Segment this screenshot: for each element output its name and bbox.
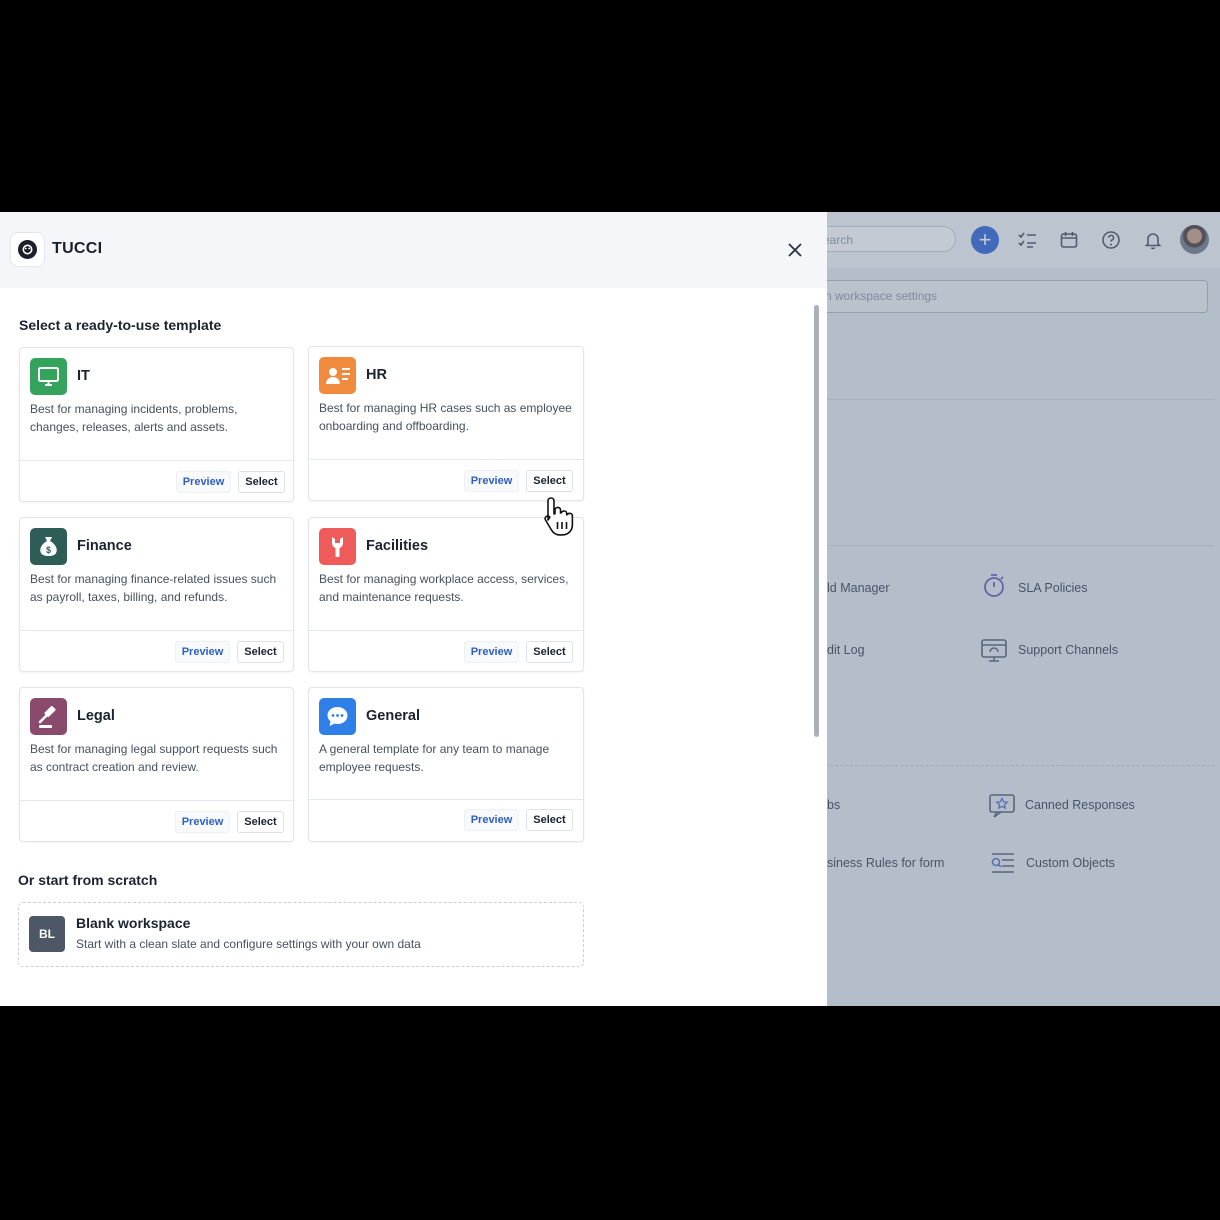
app-frame: earch + rch workspace settings ld Manage…: [0, 212, 1220, 1006]
preview-button[interactable]: Preview: [464, 470, 519, 492]
close-icon[interactable]: [784, 239, 806, 261]
card-title: IT: [77, 368, 90, 384]
hand-cursor-icon: [544, 497, 574, 536]
brand-name: TUCCI: [52, 240, 103, 257]
template-card-hr[interactable]: HR Best for managing HR cases such as em…: [308, 346, 584, 501]
money-bag-icon: $: [30, 528, 67, 565]
preview-button[interactable]: Preview: [175, 641, 230, 663]
card-divider: [20, 630, 293, 631]
card-title: Legal: [77, 708, 115, 724]
monitor-icon: [30, 358, 67, 395]
blank-workspace-avatar: BL: [29, 916, 65, 952]
svg-text:$: $: [46, 545, 51, 555]
preview-button[interactable]: Preview: [464, 641, 519, 663]
template-card-finance[interactable]: $ Finance Best for managing finance-rela…: [19, 517, 294, 672]
card-divider: [309, 630, 583, 631]
card-title: Facilities: [366, 538, 429, 554]
modal-header: TUCCI: [0, 212, 827, 288]
wrench-icon: [319, 528, 356, 565]
template-section-title: Select a ready-to-use template: [19, 317, 222, 333]
template-card-it[interactable]: IT Best for managing incidents, problems…: [19, 347, 294, 502]
select-button[interactable]: Select: [526, 470, 573, 492]
brand-mark-icon: [22, 244, 33, 255]
select-button[interactable]: Select: [526, 641, 573, 663]
blank-workspace-description: Start with a clean slate and configure s…: [76, 937, 421, 951]
blank-workspace-card[interactable]: BL Blank workspace Start with a clean sl…: [18, 902, 584, 967]
card-description: A general template for any team to manag…: [319, 742, 550, 774]
card-title: Finance: [77, 538, 132, 554]
template-card-general[interactable]: General A general template for any team …: [308, 687, 584, 842]
card-description: Best for managing workplace access, serv…: [319, 572, 569, 604]
card-divider: [20, 460, 293, 461]
card-description: Best for managing legal support requests…: [30, 742, 278, 774]
chat-bubble-icon: [319, 698, 356, 735]
id-card-icon: [319, 357, 356, 394]
brand-logo: [11, 233, 44, 266]
card-description: Best for managing HR cases such as emplo…: [319, 401, 572, 433]
preview-button[interactable]: Preview: [464, 809, 519, 831]
modal-scrollbar[interactable]: [814, 305, 819, 737]
select-button[interactable]: Select: [237, 641, 284, 663]
gavel-icon: [30, 698, 67, 735]
template-selection-modal: TUCCI Select a ready-to-use template IT …: [0, 212, 827, 1006]
select-button[interactable]: Select: [526, 809, 573, 831]
card-divider: [309, 459, 583, 460]
card-title: HR: [366, 367, 387, 383]
card-divider: [20, 800, 293, 801]
card-title: General: [366, 708, 420, 724]
template-card-facilities[interactable]: Facilities Best for managing workplace a…: [308, 517, 584, 672]
template-card-legal[interactable]: Legal Best for managing legal support re…: [19, 687, 294, 842]
card-description: Best for managing finance-related issues…: [30, 572, 277, 604]
preview-button[interactable]: Preview: [176, 471, 231, 493]
preview-button[interactable]: Preview: [175, 811, 230, 833]
card-description: Best for managing incidents, problems, c…: [30, 402, 238, 434]
select-button[interactable]: Select: [237, 811, 284, 833]
blank-workspace-title: Blank workspace: [76, 915, 191, 931]
card-divider: [309, 799, 583, 800]
select-button[interactable]: Select: [238, 471, 285, 493]
scratch-section-title: Or start from scratch: [18, 872, 158, 888]
